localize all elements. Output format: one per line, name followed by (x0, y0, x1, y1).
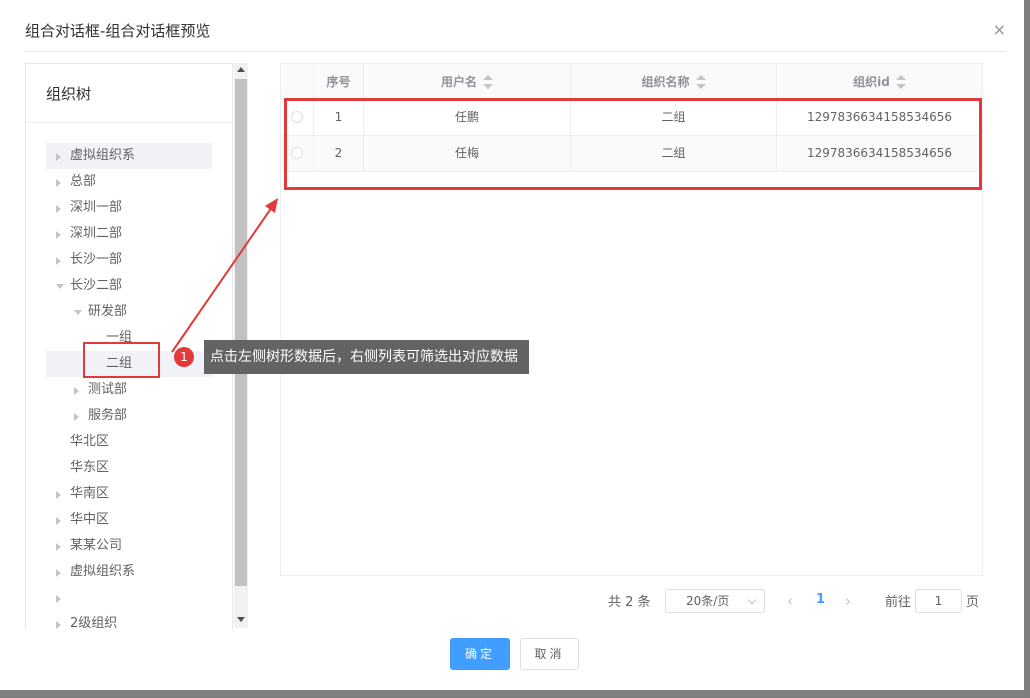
tree-node-label: 总部 (70, 174, 97, 189)
annotation-badge: 1 (174, 347, 194, 367)
tree-node[interactable]: 服务部 (46, 403, 212, 429)
chevron-right-icon[interactable]: › (845, 592, 851, 610)
tree-node[interactable]: 研发部 (46, 299, 212, 325)
caret-right-icon[interactable] (56, 543, 61, 551)
caret-right-icon[interactable] (74, 387, 79, 395)
column-header-username[interactable]: 用户名 (364, 64, 571, 100)
tree-node-label: 某某公司 (70, 538, 123, 553)
tree-node[interactable]: 华中区 (46, 507, 212, 533)
caret-down-icon[interactable] (74, 310, 82, 315)
tree-node-label: 2级组织 (70, 616, 118, 630)
caret-right-icon[interactable] (56, 569, 61, 577)
tree-node[interactable]: 长沙一部 (46, 247, 212, 273)
caret-down-icon[interactable] (56, 284, 64, 289)
tree-node[interactable]: 测试部 (46, 377, 212, 403)
tree-node-label: 华中区 (70, 512, 110, 527)
dialog-title: 组合对话框-组合对话框预览 (25, 22, 211, 40)
caret-right-icon[interactable] (56, 231, 61, 239)
tree-node[interactable]: 虚拟组织系 (46, 143, 212, 169)
caret-right-icon[interactable] (56, 491, 61, 499)
caret-right-icon[interactable] (56, 179, 61, 187)
confirm-button[interactable]: 确定 (450, 638, 510, 670)
caret-right-icon[interactable] (74, 413, 79, 421)
dialog-divider (24, 51, 1006, 52)
tree-node[interactable]: 某某公司 (46, 533, 212, 559)
tree-node-label: 虚拟组织系 (70, 564, 136, 579)
column-header-org-id[interactable]: 组织id (777, 64, 982, 100)
cancel-button[interactable]: 取消 (520, 638, 579, 670)
sort-icon[interactable] (895, 74, 906, 89)
tree-node-label: 服务部 (88, 408, 128, 423)
page-number[interactable]: 1 (816, 592, 825, 607)
page-size-value: 20条/页 (686, 594, 730, 608)
scroll-thumb[interactable] (235, 79, 247, 586)
goto-page-input[interactable]: 1 (915, 589, 962, 613)
caret-right-icon[interactable] (56, 257, 61, 265)
sort-icon[interactable] (483, 74, 493, 89)
caret-right-icon[interactable] (56, 153, 61, 161)
annotation-tooltip: 点击左侧树形数据后，右侧列表可筛选出对应数据 (204, 340, 529, 374)
pagination-total: 共 2 条 (608, 595, 651, 610)
background-page-edge (0, 690, 1030, 698)
page-suffix: 页 (966, 595, 980, 610)
scroll-down-icon[interactable] (237, 617, 245, 622)
column-select-header (281, 64, 314, 100)
tree-node-label: 虚拟组织系 (70, 148, 136, 163)
background-page-edge (1024, 0, 1030, 698)
column-header-label: 组织名称 (641, 75, 690, 89)
tree-node-label: 华北区 (70, 434, 110, 449)
chevron-left-icon[interactable]: ‹ (787, 592, 793, 610)
tree-node-highlight-box (83, 342, 160, 378)
column-header-label: 用户名 (440, 75, 477, 89)
tree-node-label: 长沙一部 (70, 252, 123, 267)
caret-right-icon[interactable] (56, 205, 61, 213)
column-header-org-name[interactable]: 组织名称 (571, 64, 777, 100)
column-header-index: 序号 (314, 64, 364, 100)
caret-right-icon[interactable] (56, 517, 61, 525)
caret-right-icon[interactable] (56, 621, 61, 629)
tree-node[interactable]: 长沙二部 (46, 273, 212, 299)
tree-node[interactable]: 华北区 (46, 429, 212, 455)
tree-node-label: 长沙二部 (70, 278, 123, 293)
tree-node-label: 深圳一部 (70, 200, 123, 215)
tree-node-label: 深圳二部 (70, 226, 123, 241)
tree-node[interactable]: 华南区 (46, 481, 212, 507)
sort-icon[interactable] (695, 74, 706, 89)
caret-right-icon[interactable] (56, 595, 61, 603)
tree-node[interactable]: 深圳一部 (46, 195, 212, 221)
dialog: 组合对话框-组合对话框预览 × 组织树 虚拟组织系 总部 深圳一部 深圳二部 长沙一部长… (0, 0, 1030, 698)
tree-node-label: 华东区 (70, 460, 110, 475)
tree-node-label: 华南区 (70, 486, 110, 501)
tree-node[interactable]: 2级组织 (46, 611, 212, 630)
table-highlight-box (284, 98, 982, 190)
column-header-label: 序号 (326, 75, 351, 89)
page-size-select[interactable]: 20条/页 (665, 589, 765, 613)
tree-node[interactable]: 深圳二部 (46, 221, 212, 247)
tree-node-label: 测试部 (88, 382, 128, 397)
close-icon[interactable]: × (993, 22, 1006, 38)
tree-header: 组织树 (26, 64, 232, 123)
tree-node[interactable] (46, 585, 212, 611)
tree-node[interactable]: 华东区 (46, 455, 212, 481)
tree-node[interactable]: 虚拟组织系 (46, 559, 212, 585)
scroll-up-icon[interactable] (237, 67, 245, 72)
tree-node-label: 研发部 (88, 304, 128, 319)
goto-label: 前往 (885, 595, 912, 610)
chevron-down-icon (747, 595, 757, 605)
column-header-label: 组织id (853, 75, 890, 89)
tree-node[interactable]: 总部 (46, 169, 212, 195)
